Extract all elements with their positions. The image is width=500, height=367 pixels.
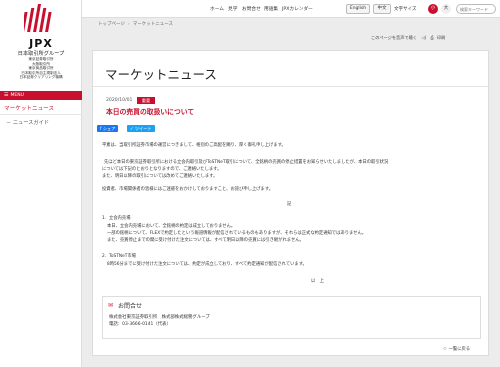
breadcrumb: トップページ › マーケットニュース xyxy=(98,21,173,27)
paragraph: 投資者、市場関係者の皆様にはご迷惑をおかけしておりますこと、お詫び申し上げます。 xyxy=(102,187,274,192)
important-badge: 重要 xyxy=(137,97,155,104)
section-line: 一部の銘柄について、FLEXで約定したという報道情報が配信されているものもありま… xyxy=(107,231,367,236)
logo-member: 日本証券クリアリング機構 xyxy=(19,75,63,80)
section-line: また、売買停止までの間に受け付けた注文については、すべて明日以降の売買には引き継… xyxy=(107,238,304,243)
jpx-logo-mark-icon xyxy=(24,4,52,32)
nav-link-glossary[interactable]: 用語集 xyxy=(264,6,278,12)
section-heading: 1．立会内売場 xyxy=(102,216,131,221)
share-label: シェア xyxy=(102,126,116,131)
font-size-label: 文字サイズ xyxy=(394,7,417,12)
page-tools: このページを音声で聴く ◁) ⎙ 印刷 xyxy=(368,35,445,41)
section-heading: 2．ToSTNeT市場 xyxy=(102,254,136,259)
back-link-label: 一覧に戻る xyxy=(448,347,471,352)
breadcrumb-current: マーケットニュース xyxy=(132,22,174,27)
ki-heading: 記 xyxy=(287,202,292,207)
dash-icon: － xyxy=(6,120,13,126)
back-arrow-icon: ⊙ xyxy=(443,347,447,352)
contact-box: ✉ お問合せ 株式会社東京証券取引所 株式部株式総務グループ 電話：03-366… xyxy=(102,296,481,339)
nav-link-home[interactable]: ホーム xyxy=(210,6,224,12)
facebook-share-button[interactable]: f シェア xyxy=(97,125,119,132)
article-title: 本日の売買の取扱いについて xyxy=(106,108,195,116)
contact-line: 株式会社東京証券取引所 株式部株式総務グループ xyxy=(109,315,210,320)
sidebar: JPX 日本取引所グループ 東京証券取引所 大阪取引所 東京商品取引所 日本取引… xyxy=(0,0,82,367)
sidebar-item-market-news[interactable]: マーケットニュース xyxy=(0,103,82,115)
mail-icon: ✉ xyxy=(108,302,114,309)
nav-link-tour[interactable]: 見学 xyxy=(228,6,237,12)
hamburger-icon: ☰ xyxy=(4,92,9,98)
logo-member-list: 東京証券取引所 大阪取引所 東京商品取引所 日本取引所自主規制法人 日本証券クリ… xyxy=(14,57,68,80)
section-line: 本日、立会内売場において、全銘柄の約定は成立しておりません。 xyxy=(107,224,236,229)
contact-heading: お問合せ xyxy=(118,303,143,310)
main-content: マーケットニュース 2020/10/01 重要 本日の売買の取扱いについて f … xyxy=(92,50,489,356)
lang-chinese-button[interactable]: 中文 xyxy=(373,4,391,14)
article-date: 2020/10/01 xyxy=(106,98,133,103)
listen-link[interactable]: このページを音声で聴く xyxy=(371,35,417,40)
section-line: 8時56分までに受け付けた注文については、約定が成立しており、すべて約定通知が配… xyxy=(107,262,307,267)
logo-subtitle: 日本取引所グループ xyxy=(17,51,65,57)
font-small-button[interactable]: 小 xyxy=(428,4,438,14)
divider xyxy=(93,86,488,87)
nav-link-contact[interactable]: お問合せ xyxy=(242,6,261,12)
nav-link-calendar[interactable]: JPXカレンダー xyxy=(282,6,313,12)
font-large-button[interactable]: 大 xyxy=(441,4,451,14)
closing-text: 以 上 xyxy=(311,279,324,284)
logo-text: JPX xyxy=(29,37,53,50)
paragraph: 先ほど本日の東京証券取引所における立会内取引及びToSTNeT取引について、全銘… xyxy=(104,160,389,165)
printer-icon[interactable]: ⎙ xyxy=(431,35,434,40)
top-header: ホーム 見学 お問合せ 用語集 JPXカレンダー English 中文 文字サイ… xyxy=(82,0,500,18)
breadcrumb-separator-icon: › xyxy=(127,22,130,27)
back-to-list-link[interactable]: ⊙ 一覧に戻る xyxy=(443,346,470,352)
tweet-label: ツイート xyxy=(134,126,152,131)
sidebar-sub-label: ニュースガイド xyxy=(12,120,49,126)
lang-english-button[interactable]: English xyxy=(346,4,370,14)
paragraph: また、明日以降の取引については改めてご連絡いたします。 xyxy=(102,174,218,179)
menu-toggle[interactable]: ☰ MENU xyxy=(0,91,82,100)
paragraph: 平素は、当取引所証券市場の運営につきまして、格別のご高配を賜り、厚く御礼申し上げ… xyxy=(102,143,286,148)
tweet-button[interactable]: ✓ ツイート xyxy=(127,125,155,132)
menu-label: MENU xyxy=(10,93,24,98)
print-link[interactable]: 印刷 xyxy=(437,35,445,40)
search-input[interactable] xyxy=(456,4,496,14)
sidebar-item-news-guide[interactable]: － ニュースガイド xyxy=(0,119,82,126)
breadcrumb-home[interactable]: トップページ xyxy=(98,22,125,27)
page-title: マーケットニュース xyxy=(105,67,217,82)
paragraph: については下記のとおりとなりますので、ご連絡いたします。 xyxy=(102,167,222,172)
contact-line: 電話：03-3666-0141（代表） xyxy=(109,322,171,327)
speaker-icon[interactable]: ◁) xyxy=(421,35,426,40)
